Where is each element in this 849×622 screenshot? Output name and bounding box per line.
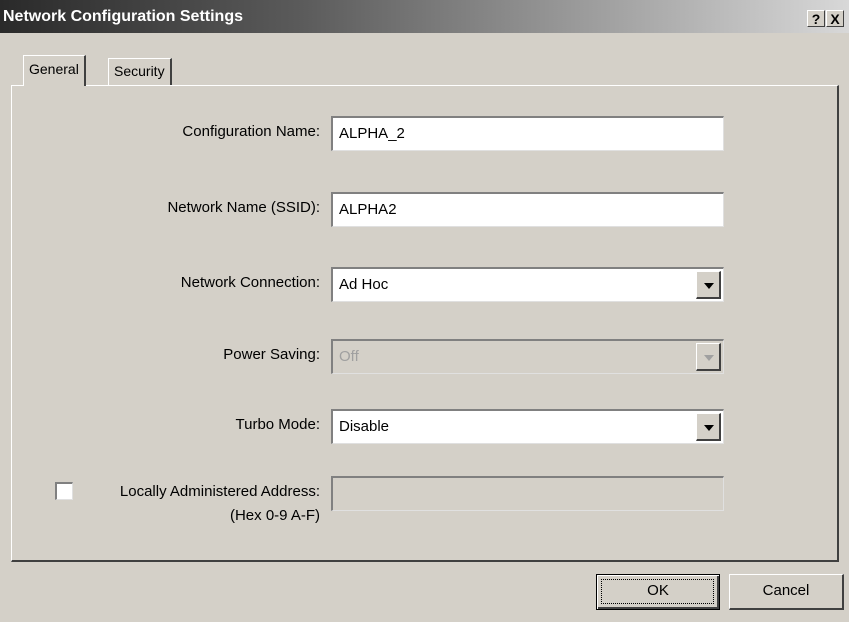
power-saving-value: Off: [339, 348, 359, 365]
close-button[interactable]: X: [826, 10, 844, 27]
help-icon: ?: [811, 11, 821, 27]
power-saving-label: Power Saving:: [223, 346, 320, 363]
tab-general[interactable]: General: [23, 55, 86, 86]
title-bar: Network Configuration Settings ? X: [0, 0, 849, 33]
config-name-input[interactable]: ALPHA_2: [331, 116, 724, 151]
power-saving-dropdown-button: [696, 343, 721, 371]
cancel-label: Cancel: [762, 582, 810, 599]
network-connection-value: Ad Hoc: [339, 276, 389, 293]
cancel-button[interactable]: Cancel: [729, 574, 844, 610]
turbo-mode-select[interactable]: Disable: [331, 409, 724, 444]
chevron-down-icon: [704, 425, 714, 431]
turbo-mode-value: Disable: [339, 418, 390, 435]
window-title: Network Configuration Settings: [3, 8, 243, 25]
network-connection-select[interactable]: Ad Hoc: [331, 267, 724, 302]
network-connection-dropdown-button[interactable]: [696, 271, 721, 299]
focus-rect: [601, 579, 714, 604]
tab-security-label: Security: [114, 63, 165, 79]
help-button[interactable]: ?: [807, 10, 825, 27]
tab-security[interactable]: Security: [108, 58, 172, 85]
power-saving-select: Off: [331, 339, 724, 374]
laa-checkbox[interactable]: [55, 482, 73, 500]
network-connection-label: Network Connection:: [180, 274, 320, 291]
ssid-label: Network Name (SSID):: [167, 199, 320, 216]
chevron-down-icon: [704, 283, 714, 289]
turbo-mode-dropdown-button[interactable]: [696, 413, 721, 441]
laa-sublabel: (Hex 0-9 A-F): [229, 507, 320, 524]
close-icon: X: [830, 11, 840, 27]
laa-label: Locally Administered Address:: [119, 483, 320, 500]
config-name-label: Configuration Name:: [182, 123, 320, 140]
tab-general-label: General: [29, 61, 79, 77]
chevron-down-icon: [704, 355, 714, 361]
laa-input: [331, 476, 724, 511]
ssid-input[interactable]: ALPHA2: [331, 192, 724, 227]
ok-button[interactable]: OK: [596, 574, 720, 610]
turbo-mode-label: Turbo Mode:: [235, 416, 321, 433]
